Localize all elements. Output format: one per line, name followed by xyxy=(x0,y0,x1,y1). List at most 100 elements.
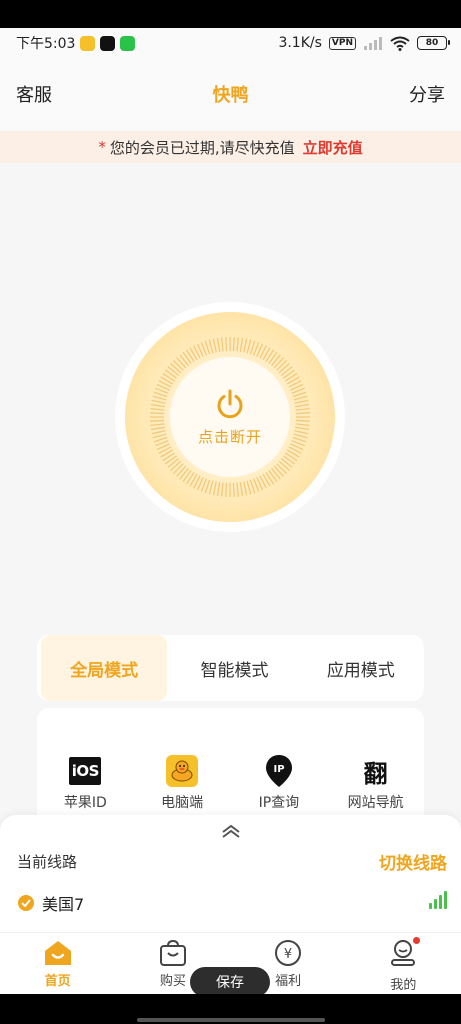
current-server[interactable]: 美国7 xyxy=(17,891,84,915)
status-time: 下午5:03 xyxy=(16,36,76,52)
power-tick xyxy=(208,480,214,495)
chevron-up-icon[interactable] xyxy=(220,823,242,839)
power-tick xyxy=(204,340,211,355)
tab-label: 福利 xyxy=(275,974,302,989)
power-tick xyxy=(236,482,240,497)
vpn-indicator: VPN xyxy=(328,36,356,50)
tab-label: 首页 xyxy=(44,974,71,989)
power-tick xyxy=(220,482,224,497)
power-tick xyxy=(295,423,310,427)
power-tick xyxy=(170,362,182,374)
power-tick xyxy=(150,412,165,415)
customer-service-button[interactable]: 客服 xyxy=(16,81,52,107)
svg-text:¥: ¥ xyxy=(284,947,292,962)
power-tick xyxy=(294,430,309,435)
power-tick xyxy=(164,369,177,379)
power-tick xyxy=(150,407,165,411)
nav-bar: 客服 快鸭 分享 xyxy=(0,58,461,130)
power-tick xyxy=(204,479,211,494)
power-tick xyxy=(246,339,252,354)
tool-label: 网站导航 xyxy=(347,795,404,811)
power-tick xyxy=(246,480,252,495)
share-button[interactable]: 分享 xyxy=(409,81,445,107)
power-tick xyxy=(243,481,248,496)
tool-label: 电脑端 xyxy=(161,795,204,811)
power-tick xyxy=(276,463,288,475)
power-tick xyxy=(293,395,308,401)
power-tick xyxy=(175,357,187,369)
bag-icon xyxy=(159,939,186,966)
power-tick xyxy=(239,337,244,352)
svg-text:IP: IP xyxy=(273,764,284,775)
server-badge-icon xyxy=(18,895,34,911)
power-tick xyxy=(150,419,165,422)
power-tick xyxy=(179,467,189,480)
power-icon xyxy=(217,389,243,418)
tab-global-mode[interactable]: 全局模式 xyxy=(41,635,168,701)
power-tick xyxy=(152,395,167,401)
recharge-now-link[interactable]: 立即充值 xyxy=(303,137,363,158)
power-tick xyxy=(268,351,278,364)
power-tick xyxy=(179,354,189,367)
power-tick xyxy=(153,436,168,443)
power-tick xyxy=(153,391,168,398)
battery-icon: 80 xyxy=(417,36,450,50)
tab-label: 我的 xyxy=(390,978,417,993)
power-tick xyxy=(293,433,308,439)
banner-message: 您的会员已过期,请尽快充值 xyxy=(109,138,295,157)
home-icon xyxy=(44,941,71,965)
power-tick xyxy=(278,460,290,472)
power-tick xyxy=(295,403,310,408)
power-tick xyxy=(212,338,217,353)
power-tick xyxy=(243,338,248,353)
tab-mine[interactable]: 我的 xyxy=(363,937,443,994)
signal-strength-icon xyxy=(429,891,447,909)
power-tick xyxy=(152,433,167,439)
save-toast: 保存 xyxy=(190,967,270,997)
connect-power-button[interactable]: 点击断开 xyxy=(115,302,345,532)
translate-icon: 翻 xyxy=(363,759,388,788)
power-tick xyxy=(295,419,310,422)
power-tick xyxy=(280,458,293,468)
notification-dot xyxy=(413,937,421,944)
tab-app-mode[interactable]: 应用模式 xyxy=(298,635,424,701)
power-tick xyxy=(273,357,285,369)
tools-panel: iOS 苹果ID 电脑端 IP IP查询 翻 网站导航 xyxy=(37,708,424,828)
network-speed: 3.1K/s xyxy=(278,35,322,51)
tool-label: 苹果ID xyxy=(63,795,107,811)
power-tick xyxy=(295,426,310,431)
power-tick xyxy=(239,482,244,497)
power-tick xyxy=(295,407,310,411)
power-tick xyxy=(283,455,296,465)
power-tick xyxy=(212,481,217,496)
power-tick xyxy=(167,458,180,468)
power-tick xyxy=(216,482,221,497)
home-indicator[interactable] xyxy=(137,1018,325,1022)
tab-home[interactable]: 首页 xyxy=(18,939,98,994)
power-tick xyxy=(170,460,182,472)
power-tick xyxy=(182,351,192,364)
banner-star: * xyxy=(98,138,106,156)
power-tick xyxy=(216,337,221,352)
switch-route-button[interactable]: 切换线路 xyxy=(379,849,447,874)
tool-label: IP查询 xyxy=(258,795,300,811)
power-tick xyxy=(150,423,165,427)
tab-label: 购买 xyxy=(159,974,186,989)
power-tick xyxy=(167,366,180,376)
membership-expired-banner: * 您的会员已过期,请尽快充值 立即充值 xyxy=(0,131,461,163)
power-tick xyxy=(283,369,296,379)
duck-app-icon xyxy=(80,35,96,51)
power-tick xyxy=(225,482,228,497)
power-tick xyxy=(273,465,285,477)
tab-smart-mode[interactable]: 智能模式 xyxy=(171,635,297,701)
cell-signal-icon xyxy=(364,37,382,50)
yen-coin-icon: ¥ xyxy=(275,940,302,966)
top-bezel xyxy=(0,0,461,28)
power-tick xyxy=(271,354,281,367)
power-tick xyxy=(295,412,310,415)
server-name: 美国7 xyxy=(42,895,85,914)
duck-icon xyxy=(166,755,199,787)
power-tick xyxy=(182,470,192,483)
power-core: 点击断开 xyxy=(170,357,290,477)
tiktok-icon xyxy=(100,35,116,51)
